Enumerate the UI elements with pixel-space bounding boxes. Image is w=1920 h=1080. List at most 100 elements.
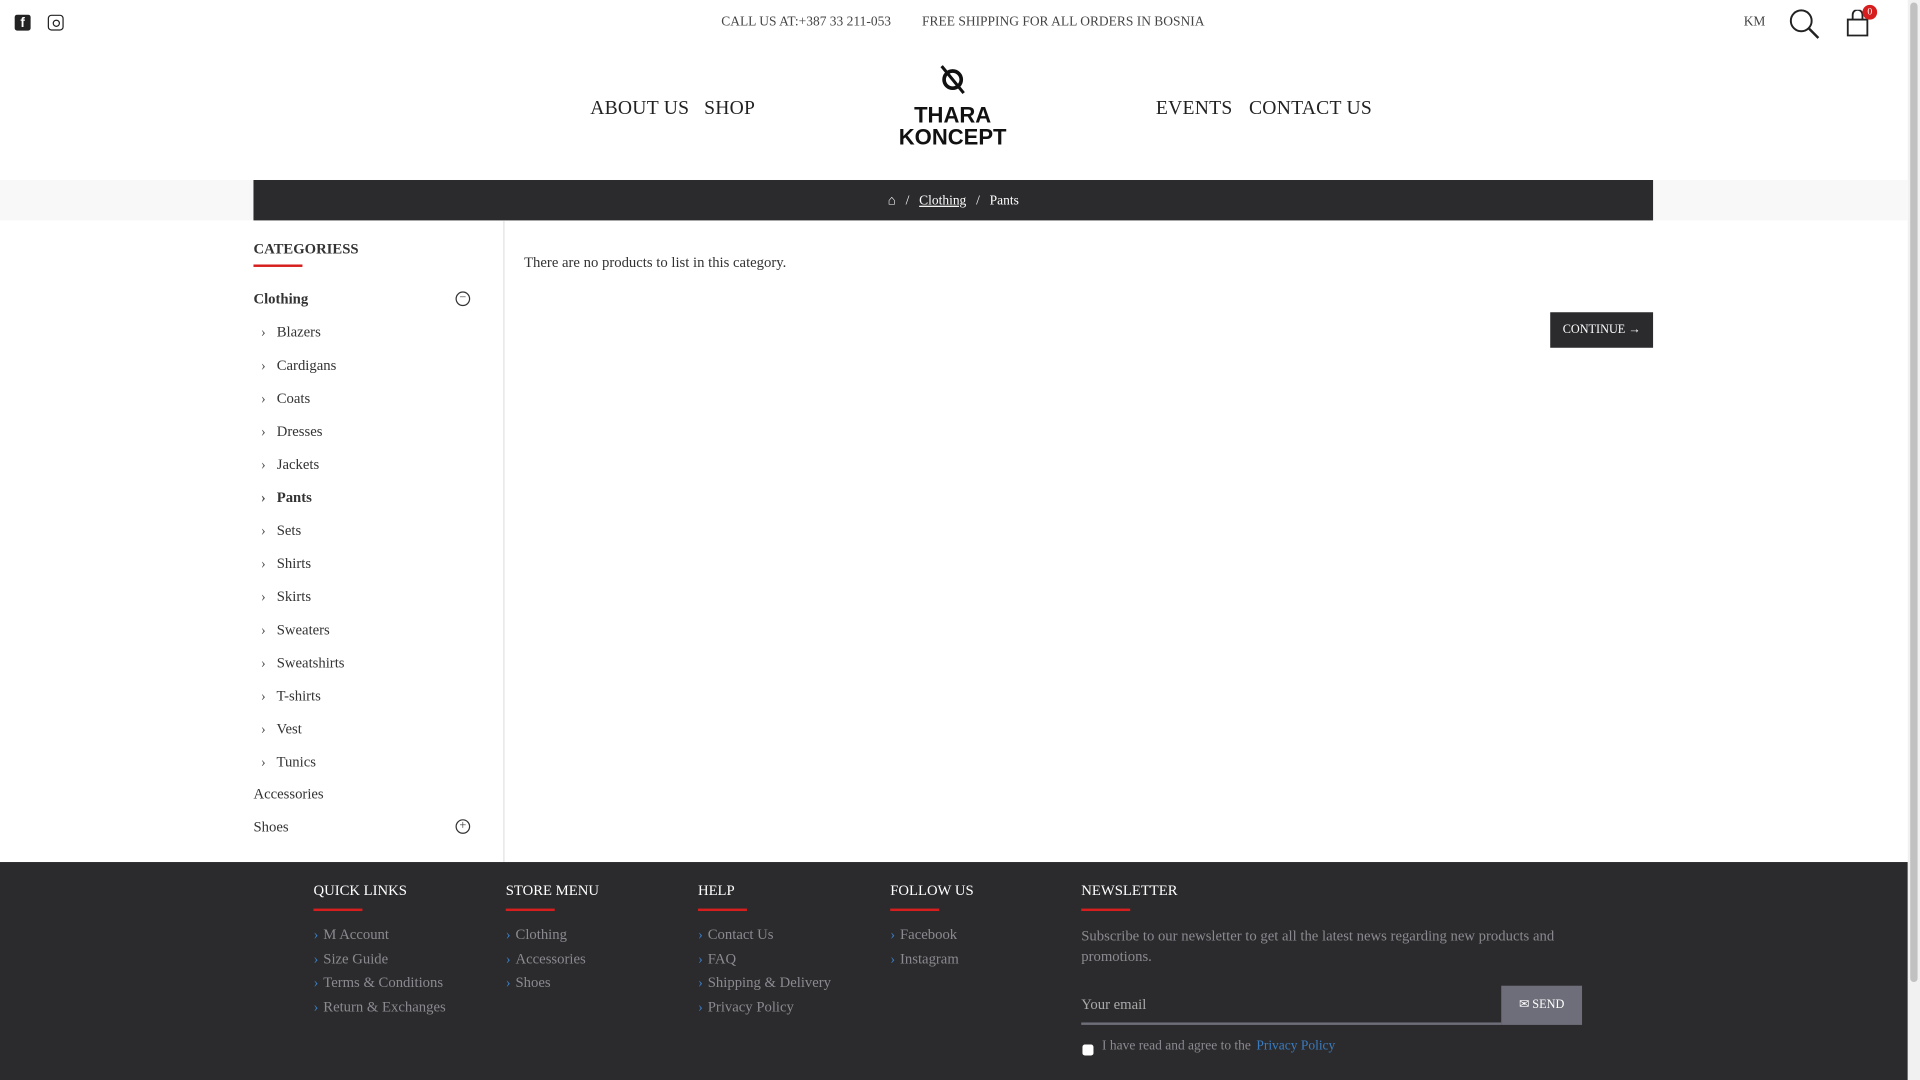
subcategory-label: Skirts <box>276 587 312 605</box>
subcategory-item[interactable]: › Cardigans <box>261 356 336 374</box>
chevron-right-icon: › <box>260 620 266 638</box>
breadcrumb-clothing[interactable]: Clothing <box>919 193 966 208</box>
footer-link[interactable]: › Clothing <box>506 926 567 944</box>
subcategory-label: Jackets <box>276 455 320 473</box>
chevron-right-icon: › <box>505 925 511 943</box>
footer-link[interactable]: › Terms & Conditions <box>313 974 443 992</box>
facebook-icon[interactable]: f <box>14 14 31 31</box>
chevron-right-icon: › <box>890 925 896 943</box>
quick-title: QUICK LINKS <box>313 881 407 899</box>
nav-contact-us[interactable]: CONTACT US <box>1249 98 1372 120</box>
arrow-right-icon: → <box>1628 323 1641 337</box>
follow-title: FOLLOW US <box>890 881 974 899</box>
category-shoes[interactable]: Shoes <box>253 818 473 836</box>
subcategory-label: Dresses <box>276 422 323 440</box>
subcategory-label: Tunics <box>276 753 316 771</box>
expand-icon[interactable]: + <box>455 819 471 834</box>
mail-icon: ✉ <box>1518 997 1530 1012</box>
footer-link[interactable]: › Instagram <box>890 950 959 968</box>
subcategory-label: Sweaters <box>276 620 330 638</box>
send-label: SEND <box>1532 997 1565 1012</box>
divider <box>505 908 555 912</box>
nav-shop[interactable]: SHOP <box>704 98 755 120</box>
scrollbar-thumb[interactable] <box>1910 2 1918 983</box>
footer-link[interactable]: › Facebook <box>890 926 957 944</box>
nav-events[interactable]: EVENTS <box>1156 98 1233 120</box>
chevron-right-icon: › <box>260 587 266 605</box>
logo-mark-icon <box>940 65 965 95</box>
breadcrumb-separator: / <box>976 192 980 208</box>
store-title: STORE MENU <box>505 881 599 899</box>
breadcrumb: ⌂ / Clothing / Pants <box>253 180 1654 221</box>
footer-link[interactable]: › M Account <box>313 926 389 944</box>
footer-link-label: Instagram <box>900 949 959 967</box>
subcategory-label: T-shirts <box>276 686 321 705</box>
continue-button[interactable]: CONTINUE → <box>1550 312 1654 348</box>
subcategory-item[interactable]: › Tunics <box>261 753 316 771</box>
chevron-right-icon: › <box>260 753 266 771</box>
chevron-right-icon: › <box>260 653 266 672</box>
breadcrumb-current: Pants <box>989 192 1019 208</box>
category-accessories[interactable]: Accessories <box>253 785 473 803</box>
subcategory-item[interactable]: › Coats <box>261 389 310 407</box>
footer-link-label: Privacy Policy <box>707 997 794 1015</box>
home-icon[interactable]: ⌂ <box>888 193 896 208</box>
category-clothing[interactable]: Clothing <box>253 290 473 308</box>
chevron-right-icon: › <box>260 356 266 374</box>
divider <box>313 908 363 912</box>
footer-link[interactable]: › Shipping & Delivery <box>698 974 831 992</box>
footer-link[interactable]: › Size Guide <box>313 950 388 968</box>
divider <box>697 908 747 912</box>
subcategory-item[interactable]: › Skirts <box>261 588 311 606</box>
nav-about-us[interactable]: ABOUT US <box>590 98 689 120</box>
email-input[interactable]: Your email <box>1081 986 1502 1025</box>
chevron-right-icon: › <box>890 949 896 967</box>
sidebar-title: CATEGORIESS <box>253 240 359 258</box>
subcategory-label: Blazers <box>276 323 321 341</box>
instagram-icon[interactable] <box>47 14 64 31</box>
chevron-right-icon: › <box>260 554 266 572</box>
subcategory-item[interactable]: › Sweatshirts <box>261 654 345 672</box>
currency-selector[interactable]: KM <box>1744 15 1766 30</box>
footer-link-label: Return & Exchanges <box>323 997 446 1015</box>
footer-link-label: Terms & Conditions <box>323 973 444 991</box>
email-placeholder: Your email <box>1081 995 1147 1013</box>
subcategory-item[interactable]: › Jackets <box>261 456 319 474</box>
footer-link[interactable]: › Contact Us <box>698 926 774 944</box>
footer-link[interactable]: › Return & Exchanges <box>313 998 445 1016</box>
page: f CALL US AT:+387 33 211-053 FREE SHIPPI… <box>0 0 1920 1080</box>
logo[interactable]: THARA KONCEPT <box>882 61 1024 159</box>
continue-label: CONTINUE <box>1562 323 1626 337</box>
subcategory-item[interactable]: › Pants <box>261 489 312 507</box>
collapse-icon[interactable]: − <box>455 291 471 307</box>
footer-link[interactable]: › Privacy Policy <box>698 998 794 1016</box>
footer-link[interactable]: › Shoes <box>506 974 551 992</box>
breadcrumb-separator: / <box>905 192 910 208</box>
category-sidebar: CATEGORIESS Clothing − › Blazers › Cardig… <box>253 220 505 863</box>
free-shipping-text: FREE SHIPPING FOR ALL ORDERS IN BOSNIA <box>922 14 1205 30</box>
newsletter-text: Subscribe to our newsletter to get all t… <box>1081 926 1555 965</box>
subcategory-label: Shirts <box>276 554 312 572</box>
subcategory-item[interactable]: › Shirts <box>261 555 311 573</box>
chevron-right-icon: › <box>697 925 703 943</box>
footer-link[interactable]: › Accessories <box>506 950 586 968</box>
subcategory-item[interactable]: › Sweaters <box>261 621 330 639</box>
chevron-right-icon: › <box>697 997 703 1015</box>
chevron-right-icon: › <box>260 422 266 440</box>
subcategory-label: Pants <box>276 488 312 506</box>
footer-link-label: FAQ <box>707 949 737 967</box>
subcategory-item[interactable]: › Blazers <box>261 323 321 341</box>
divider <box>1081 908 1131 912</box>
agree-checkbox[interactable] <box>1082 1044 1094 1056</box>
subcategory-item[interactable]: › T-shirts <box>261 687 321 705</box>
search-icon[interactable] <box>1789 9 1821 41</box>
divider <box>890 908 940 912</box>
footer: QUICK LINKS › M Account › Size Guide › Terms &… <box>0 862 1908 1080</box>
privacy-policy-link[interactable]: Privacy Policy <box>1256 1038 1335 1053</box>
subcategory-item[interactable]: › Vest <box>261 720 302 738</box>
send-button[interactable]: ✉ SEND <box>1501 985 1583 1025</box>
footer-link[interactable]: › FAQ <box>698 950 736 968</box>
subcategory-item[interactable]: › Dresses <box>261 422 323 440</box>
subcategory-item[interactable]: › Sets <box>261 522 301 540</box>
footer-link-label: Accessories <box>515 949 586 967</box>
